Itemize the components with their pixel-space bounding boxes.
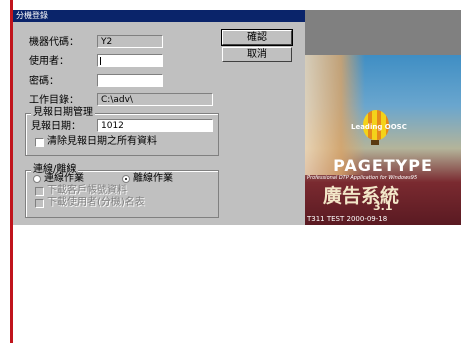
- balloon-basket-graphic: [371, 140, 379, 145]
- online-label: 連線作業: [44, 173, 84, 184]
- brand-title: PAGETYPE: [333, 156, 433, 175]
- report-date-group-title: 見報日期管理: [31, 107, 95, 119]
- ok-button[interactable]: 確認: [221, 29, 293, 46]
- machine-code-field: Y2: [97, 35, 163, 48]
- download-users-checkbox: [35, 199, 44, 208]
- download-accounts-label: 下載客戶帳號資料: [47, 185, 127, 196]
- cancel-button[interactable]: 取消: [222, 47, 292, 62]
- user-label: 使用者：: [29, 56, 69, 67]
- workdir-field: C:\adv\: [97, 93, 213, 106]
- login-dialog: 分機登錄 機器代碼： Y2 使用者： 密碼： 工作目錄： C:\adv\ 確認 …: [13, 10, 305, 225]
- build-info: T311 TEST 2000-09-18: [307, 215, 388, 223]
- machine-code-label: 機器代碼：: [29, 37, 79, 48]
- product-version: 3.1: [373, 200, 393, 213]
- clear-report-data-label: 清除見報日期之所有資料: [47, 136, 157, 147]
- workdir-label: 工作目錄：: [29, 95, 79, 106]
- window-title: 分機登錄: [16, 11, 48, 20]
- text-caret: [100, 57, 101, 65]
- password-label: 密碼：: [29, 76, 59, 87]
- user-input[interactable]: [97, 54, 163, 67]
- password-input[interactable]: [97, 74, 163, 87]
- report-date-input[interactable]: 1012: [97, 119, 213, 132]
- report-date-label: 見報日期：: [31, 121, 81, 132]
- balloon-text: Leading OOSC: [351, 123, 407, 131]
- download-accounts-checkbox: [35, 187, 44, 196]
- radio-selected-dot: [125, 178, 127, 180]
- splash-gray-band: [305, 10, 461, 55]
- clear-report-data-checkbox[interactable]: [35, 138, 44, 147]
- offline-radio[interactable]: [122, 175, 130, 183]
- title-bar: 分機登錄: [13, 10, 305, 22]
- offline-label: 離線作業: [133, 173, 173, 184]
- splash-image: Leading OOSC PAGETYPE Professional DTP A…: [305, 10, 461, 225]
- online-radio[interactable]: [33, 175, 41, 183]
- download-users-label: 下載使用者(分機)名表: [47, 197, 145, 208]
